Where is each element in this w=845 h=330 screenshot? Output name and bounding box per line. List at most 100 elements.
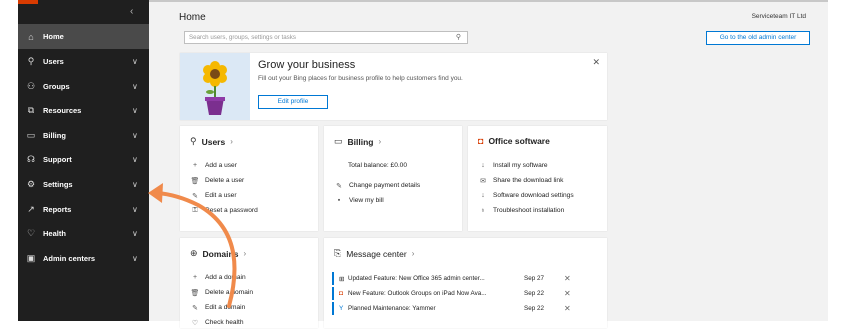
sidebar-item-admin-centers[interactable]: ▣ Admin centers ∨ (18, 246, 149, 271)
message-row[interactable]: ◘ New Feature: Outlook Groups on iPad No… (332, 286, 612, 301)
sidebar-item-resources[interactable]: ⧉ Resources ∨ (18, 98, 149, 123)
change-payment-link[interactable]: ✎ Change payment details (334, 178, 420, 193)
billing-actions: ✎ Change payment details ▪ View my bill (334, 178, 420, 208)
promo-description: Fill out your Bing places for business p… (258, 75, 463, 82)
old-admin-center-button[interactable]: Go to the old admin center (706, 31, 810, 45)
chevron-down-icon[interactable]: ∨ (132, 106, 138, 115)
edit-domain-link[interactable]: ✎ Edit a domain (190, 300, 253, 315)
chevron-down-icon[interactable]: ∨ (132, 131, 138, 140)
promo-card: Grow your business Fill out your Bing pl… (180, 53, 607, 120)
plus-icon: + (192, 274, 198, 281)
sidebar-item-health[interactable]: ♡ Health ∨ (18, 221, 149, 246)
total-balance: Total balance: £0.00 (348, 162, 408, 169)
groups-icon: ⚇ (26, 81, 36, 91)
action-label: View my bill (349, 197, 384, 204)
left-margin (0, 0, 18, 321)
pencil-icon: ✎ (336, 182, 342, 190)
sidebar-item-support[interactable]: ☊ Support ∨ (18, 147, 149, 172)
message-row[interactable]: ⊞ Updated Feature: New Office 365 admin … (332, 271, 612, 286)
edit-user-link[interactable]: ✎ Edit a user (190, 188, 258, 203)
users-card: ⚲ Users › + Add a user 🗑 Delete a user ✎ Ed… (180, 126, 318, 231)
troubleshoot-link[interactable]: ♁ Troubleshoot installation (478, 203, 574, 218)
pencil-icon: ✎ (192, 192, 198, 200)
brand-accent (18, 0, 38, 4)
bill-icon: ▪ (337, 197, 341, 204)
action-label: Reset a password (205, 207, 258, 214)
settings-icon: ⚙ (26, 179, 36, 189)
action-label: Troubleshoot installation (493, 207, 565, 214)
screenshot-frame: ‹ ⌂ Home ⚲ Users ∨ ⚇ Groups ∨ ⧉ Resource… (0, 0, 845, 328)
add-domain-link[interactable]: + Add a domain (190, 270, 253, 285)
reset-password-link[interactable]: ⚿ Reset a password (190, 203, 258, 218)
chevron-down-icon[interactable]: ∨ (132, 180, 138, 189)
action-label: Add a user (205, 162, 237, 169)
view-bill-link[interactable]: ▪ View my bill (334, 193, 420, 208)
sidebar-item-groups[interactable]: ⚇ Groups ∨ (18, 74, 149, 99)
install-software-link[interactable]: ↓ Install my software (478, 158, 574, 173)
edit-profile-button[interactable]: Edit profile (258, 95, 328, 109)
add-user-link[interactable]: + Add a user (190, 158, 258, 173)
chevron-down-icon[interactable]: ∨ (132, 254, 138, 263)
message-date: Sep 27 (524, 275, 544, 282)
sidebar-item-label: Billing (43, 131, 66, 140)
message-text: Planned Maintenance: Yammer (348, 305, 436, 312)
search-input[interactable]: Search users, groups, settings or tasks … (184, 31, 468, 44)
home-icon: ⌂ (28, 31, 34, 42)
dismiss-icon[interactable]: ✕ (564, 274, 571, 283)
action-label: Change payment details (349, 182, 421, 189)
download-icon: ↓ (481, 192, 485, 199)
collapse-sidebar-icon[interactable]: ‹ (130, 6, 133, 17)
sidebar-item-label: Groups (43, 82, 70, 91)
chevron-down-icon[interactable]: ∨ (132, 82, 138, 91)
dismiss-icon[interactable]: ✕ (564, 304, 571, 313)
chevron-down-icon[interactable]: ∨ (132, 155, 138, 164)
domains-card-header[interactable]: ⊕ Domains › (190, 248, 246, 259)
message-row[interactable]: Y Planned Maintenance: Yammer Sep 22 ✕ (332, 301, 612, 316)
chevron-right-icon: › (230, 137, 233, 146)
sidebar-item-reports[interactable]: ↗ Reports ∨ (18, 197, 149, 222)
trash-icon: 🗑 (190, 177, 200, 185)
close-icon[interactable]: ✕ (592, 57, 600, 68)
unread-indicator (332, 302, 334, 315)
billing-balance-area: Total balance: £0.00 (348, 158, 407, 173)
search-placeholder: Search users, groups, settings or tasks (189, 34, 296, 41)
billing-icon: ▭ (334, 136, 343, 146)
office-card-header[interactable]: ◘ Office software (478, 136, 550, 146)
chevron-down-icon[interactable]: ∨ (132, 205, 138, 214)
dismiss-icon[interactable]: ✕ (564, 289, 571, 298)
pencil-icon: ✎ (192, 304, 198, 312)
office-card-title: Office software (488, 136, 550, 146)
delete-user-link[interactable]: 🗑 Delete a user (190, 173, 258, 188)
message-icon: ⎘ (334, 248, 342, 258)
delete-domain-link[interactable]: 🗑 Delete a domain (190, 285, 253, 300)
admin-centers-icon: ▣ (26, 253, 36, 263)
search-icon[interactable]: ⚲ (456, 32, 461, 43)
sidebar-item-label: Admin centers (43, 254, 96, 263)
message-center-header[interactable]: ⎘ Message center › (334, 248, 414, 259)
share-download-link[interactable]: ✉ Share the download link (478, 173, 574, 188)
page-title: Home (179, 12, 206, 23)
sidebar-item-label: Users (43, 57, 64, 66)
sidebar-item-settings[interactable]: ⚙ Settings ∨ (18, 172, 149, 197)
sidebar-item-users[interactable]: ⚲ Users ∨ (18, 49, 149, 74)
action-label: Check health (205, 319, 244, 326)
sidebar-item-billing[interactable]: ▭ Billing ∨ (18, 123, 149, 148)
domains-actions: + Add a domain 🗑 Delete a domain ✎ Edit a d… (190, 270, 253, 330)
resources-icon: ⧉ (27, 105, 35, 115)
sidebar-item-home[interactable]: ⌂ Home (18, 24, 149, 49)
globe-icon: ⊕ (190, 248, 198, 258)
chevron-right-icon: › (411, 249, 415, 258)
check-health-link[interactable]: ♡ Check health (190, 315, 253, 330)
top-divider (149, 0, 828, 2)
users-card-header[interactable]: ⚲ Users › (190, 136, 233, 147)
download-settings-link[interactable]: ↓ Software download settings (478, 188, 573, 203)
message-center-card: ⎘ Message center › ⊞ Updated Feature: Ne… (324, 238, 607, 328)
message-text: Updated Feature: New Office 365 admin ce… (348, 275, 485, 282)
billing-card-header[interactable]: ▭ Billing › (334, 136, 381, 147)
lightbulb-icon: ♁ (480, 207, 486, 214)
chevron-down-icon[interactable]: ∨ (132, 229, 138, 238)
admin-center-icon: ⊞ (339, 275, 345, 283)
download-icon: ↓ (481, 162, 485, 169)
office-actions: ↓ Install my software ✉ Share the download… (478, 158, 574, 218)
chevron-down-icon[interactable]: ∨ (132, 57, 138, 66)
